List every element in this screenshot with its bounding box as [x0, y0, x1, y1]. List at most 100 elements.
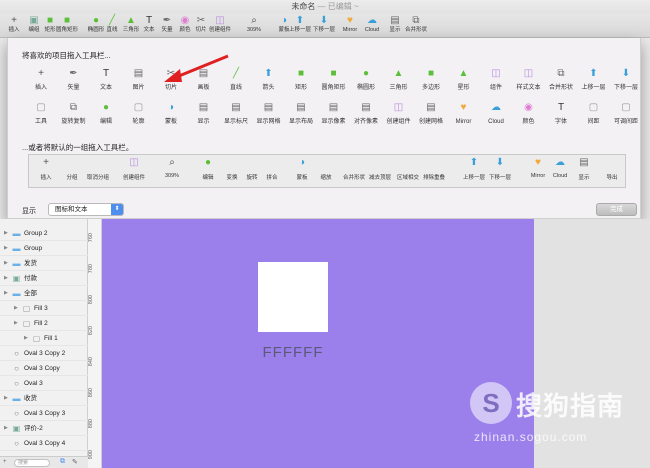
default-set-item-8: 拼合 — [257, 157, 287, 181]
disclosure-triangle-icon[interactable]: ▶ — [14, 316, 18, 331]
sheet-item-label: 编辑 — [99, 119, 112, 125]
sheet-item-row1-3[interactable]: ▤ 图片 — [123, 68, 155, 92]
disclosure-triangle-icon[interactable]: ▶ — [14, 301, 18, 316]
sheet-item-row1-9[interactable]: ■ 圆角矩形 — [318, 68, 350, 92]
disclosure-triangle-icon[interactable]: ▶ — [4, 286, 8, 301]
layer-row[interactable]: ▶ ▬ 发货 — [0, 256, 88, 271]
shape-icon: ▢ — [36, 102, 46, 113]
sheet-item-row2-1[interactable]: ⧉ 旋转复制 — [58, 102, 90, 126]
sheet-item-row2-3[interactable]: ▢ 轮廓 — [123, 102, 155, 126]
sheet-item-row1-2[interactable]: T 文本 — [90, 68, 122, 92]
done-button[interactable]: 完成 — [596, 203, 637, 216]
layer-row[interactable]: ○ Oval 3 — [0, 376, 88, 391]
filter-icon[interactable]: ⧉ — [60, 458, 65, 466]
sheet-item-label: 图片 — [132, 85, 145, 91]
toolbar-item-16[interactable]: ♥ Mirror — [338, 14, 362, 34]
sheet-item-label: 上移一层 — [581, 85, 606, 91]
sheet-item-row1-16[interactable]: ⧉ 合并形状 — [545, 68, 577, 92]
sheet-item-row1-8[interactable]: ■ 矩形 — [285, 68, 317, 92]
layer-row[interactable]: ▶ ▢ Fill 2 — [0, 316, 88, 331]
sheet-item-row1-18[interactable]: ⬇ 下移一层 — [610, 68, 642, 92]
sheet-item-label: 对齐像素 — [353, 119, 378, 125]
layer-row[interactable]: ▶ ▢ Fill 3 — [0, 301, 88, 316]
sheet-item-row1-17[interactable]: ⬆ 上移一层 — [578, 68, 610, 92]
toolbar-item-3[interactable]: ■ 圆角矩形 — [55, 14, 79, 34]
layer-name: 付款 — [24, 275, 37, 282]
disclosure-triangle-icon[interactable]: ▶ — [4, 271, 8, 286]
layer-row[interactable]: ▶ ▣ 付款 — [0, 271, 88, 286]
sheet-item-label: 创建组件 — [386, 119, 411, 125]
layer-row[interactable]: ▶ ▬ Group — [0, 241, 88, 256]
toolbar-item-14[interactable]: ⬆ 上移一层 — [288, 14, 312, 34]
disclosure-triangle-icon[interactable]: ▶ — [24, 331, 28, 346]
shape-icon: ▢ — [133, 102, 144, 113]
default-toolbar-set[interactable]: + 插入 分组 取消分组 ◫ 创建组件 ⌕ 309% ● 编辑 变换 旋转 拼合 ◑ 蒙板 缩放 合并形状 减去顶… — [28, 154, 626, 188]
layer-row[interactable]: ▶ ▢ Fill 1 — [0, 331, 88, 346]
sheet-item-row2-6[interactable]: ▤ 显示标尺 — [220, 102, 252, 126]
default-set-item-label: 减去顶层 — [368, 175, 391, 181]
toolbar-item-15[interactable]: ⬇ 下移一层 — [312, 14, 336, 34]
plus-icon[interactable]: + — [3, 459, 7, 465]
sheet-item-row2-8[interactable]: ▤ 显示布局 — [285, 102, 317, 126]
toolbar-item-17[interactable]: ☁ Cloud — [360, 14, 384, 34]
sheet-item-label: 直线 — [229, 85, 242, 91]
create-symbol-icon: ◫ — [523, 68, 534, 79]
zoom-icon: ⌕ — [169, 157, 175, 168]
sheet-item-label: 插入 — [34, 85, 47, 91]
sheet-item-row1-12[interactable]: ■ 多边形 — [415, 68, 447, 92]
sheet-item-label: 字体 — [554, 119, 567, 125]
folder-icon: ▬ — [12, 289, 21, 298]
ruler-tick-label: 820 — [88, 326, 94, 336]
sheet-item-row2-10[interactable]: ▤ 对齐像素 — [350, 102, 382, 126]
sheet-item-row2-11[interactable]: ◫ 创建组件 — [383, 102, 415, 126]
sheet-item-row2-7[interactable]: ▤ 显示网格 — [253, 102, 285, 126]
layer-search-input[interactable]: 搜索 — [14, 459, 50, 467]
white-square-shape[interactable] — [258, 262, 328, 332]
sheet-item-row2-14[interactable]: ☁ Cloud — [480, 102, 512, 126]
sheet-item-row1-0[interactable]: + 插入 — [25, 68, 57, 92]
layer-row[interactable]: ○ Oval 3 Copy 4 — [0, 436, 88, 451]
toolbar-item-label: 上移一层 — [288, 27, 311, 33]
layer-row[interactable]: ▶ ▬ 收货 — [0, 391, 88, 406]
sheet-item-row2-17[interactable]: ▢ 间距 — [578, 102, 610, 126]
sheet-item-row2-0[interactable]: ▢ 工具 — [25, 102, 57, 126]
sheet-item-row1-7[interactable]: ⬆ 箭头 — [253, 68, 285, 92]
sheet-item-row1-13[interactable]: ▲ 星形 — [448, 68, 480, 92]
sheet-item-row1-10[interactable]: ● 椭圆形 — [350, 68, 382, 92]
disclosure-triangle-icon[interactable]: ▶ — [4, 241, 8, 256]
disclosure-triangle-icon[interactable]: ▶ — [4, 391, 8, 406]
disclosure-triangle-icon[interactable]: ▶ — [4, 421, 8, 436]
sheet-item-row2-13[interactable]: ♥ Mirror — [448, 102, 480, 126]
color-hex-label[interactable]: FFFFFF — [258, 344, 328, 361]
layer-row[interactable]: ○ Oval 3 Copy — [0, 361, 88, 376]
sheet-item-row1-15[interactable]: ◫ 样式文本 — [513, 68, 545, 92]
disclosure-triangle-icon[interactable]: ▶ — [4, 256, 8, 271]
window-title: 未命名 — [291, 2, 316, 11]
sheet-item-row1-1[interactable]: ✒ 矢量 — [58, 68, 90, 92]
toolbar-item-11[interactable]: ◫ 创建组件 — [208, 14, 232, 34]
group-icon: ▣ — [12, 424, 21, 433]
layer-list-panel: ▶ ▬ Group 2 ▶ ▬ Group ▶ ▬ 发货 ▶ ▣ 付款 ▶ ▬ 全部 ▶ ▢ Fill 3 ▶ ▢ Fi… — [0, 219, 88, 468]
sheet-item-row2-2[interactable]: ● 编辑 — [90, 102, 122, 126]
toolbar-item-19[interactable]: ⧉ 合并形状 — [404, 14, 428, 34]
toolbar-item-12[interactable]: ⌕ 309% — [242, 14, 266, 34]
sheet-item-row2-12[interactable]: ▤ 创建网格 — [415, 102, 447, 126]
disclosure-triangle-icon[interactable]: ▶ — [4, 226, 8, 241]
sheet-item-row2-16[interactable]: T 字体 — [545, 102, 577, 126]
show-mode-select[interactable]: 图标和文本 ⬍ — [48, 203, 124, 216]
layer-row[interactable]: ○ Oval 3 Copy 3 — [0, 406, 88, 421]
sheet-item-row2-4[interactable]: ◑ 蒙板 — [155, 102, 187, 126]
default-set-item-label: 缩放 — [320, 175, 332, 181]
sheet-item-row1-14[interactable]: ◫ 组件 — [480, 68, 512, 92]
sheet-item-row2-18[interactable]: ▢ 可调间距 — [610, 102, 642, 126]
layer-row[interactable]: ▶ ▣ 评价-2 — [0, 421, 88, 436]
layer-row[interactable]: ○ Oval 3 Copy 2 — [0, 346, 88, 361]
edit-icon[interactable]: ✎ — [72, 458, 78, 466]
layer-row[interactable]: ▶ ▬ Group 2 — [0, 226, 88, 241]
sheet-item-row1-11[interactable]: ▲ 三角形 — [383, 68, 415, 92]
sheet-item-row2-5[interactable]: ▤ 显示 — [188, 102, 220, 126]
sheet-item-label: Mirror — [455, 119, 472, 125]
sheet-item-row2-9[interactable]: ▤ 显示像素 — [318, 102, 350, 126]
layer-row[interactable]: ▶ ▬ 全部 — [0, 286, 88, 301]
sheet-item-row2-15[interactable]: ◉ 颜色 — [513, 102, 545, 126]
